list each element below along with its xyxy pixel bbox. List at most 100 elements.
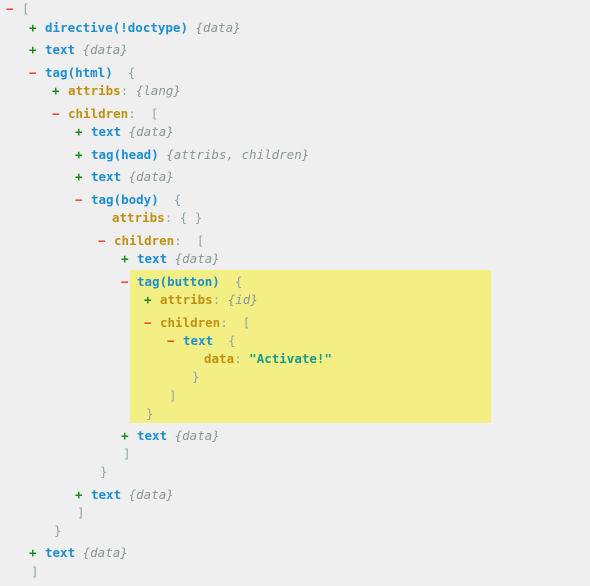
expand-toggle-icon[interactable]: +	[121, 427, 137, 445]
property-key: attribs	[112, 210, 165, 225]
expand-toggle-icon[interactable]: +	[75, 486, 91, 504]
node-label[interactable]: text	[45, 42, 75, 57]
node-label[interactable]: tag(head)	[91, 147, 159, 162]
punctuation: ]	[123, 446, 131, 461]
property-key: attribs	[68, 83, 121, 98]
punctuation: {	[112, 65, 136, 80]
tree-row: + text {data}	[75, 168, 174, 186]
collapsed-summary[interactable]: {data}	[167, 428, 220, 443]
expand-toggle-icon[interactable]: +	[29, 544, 45, 562]
tree-row: + tag(head) {attribs, children}	[75, 146, 309, 164]
collapsed-summary[interactable]: {id}	[228, 292, 258, 307]
node-label[interactable]: text	[183, 333, 213, 348]
punctuation: : [	[174, 233, 205, 248]
tree-row: ]	[169, 387, 177, 405]
collapse-toggle-icon[interactable]: −	[6, 0, 22, 18]
punctuation: : [	[220, 315, 251, 330]
expand-toggle-icon[interactable]: +	[121, 250, 137, 268]
collapsed-summary[interactable]: {data}	[121, 169, 174, 184]
expand-toggle-icon[interactable]: +	[29, 19, 45, 37]
punctuation: }	[146, 406, 154, 421]
tree-row: ]	[31, 563, 39, 581]
punctuation: ]	[77, 505, 85, 520]
expand-toggle-icon[interactable]: +	[75, 123, 91, 141]
tree-row: − children: [	[98, 232, 204, 250]
tree-row: + text {data}	[121, 427, 220, 445]
node-label[interactable]: text	[91, 169, 121, 184]
string-value: "Activate!"	[249, 351, 332, 366]
tree-row: }	[192, 368, 200, 386]
punctuation: ]	[169, 388, 177, 403]
expand-toggle-icon[interactable]: +	[29, 41, 45, 59]
tree-row: ]	[123, 445, 131, 463]
collapsed-summary[interactable]: {data}	[188, 20, 241, 35]
collapse-toggle-icon[interactable]: −	[75, 191, 91, 209]
collapse-toggle-icon[interactable]: −	[98, 232, 114, 250]
node-label[interactable]: text	[137, 251, 167, 266]
punctuation: {	[219, 274, 243, 289]
property-key: children	[160, 315, 221, 330]
collapsed-summary[interactable]: {data}	[75, 545, 128, 560]
collapse-toggle-icon[interactable]: −	[167, 332, 183, 350]
tree-row: − tag(body) {	[75, 191, 181, 209]
punctuation: : [	[128, 106, 159, 121]
tree-row: data: "Activate!"	[204, 350, 332, 368]
tree-row: + attribs: {id}	[144, 291, 258, 309]
node-label[interactable]: text	[137, 428, 167, 443]
tree-row: − tag(button) {	[121, 273, 242, 291]
tree-row: − text {	[167, 332, 236, 350]
punctuation: }	[192, 369, 200, 384]
collapsed-summary[interactable]: {attribs, children}	[159, 147, 309, 162]
node-label[interactable]: tag(button)	[137, 274, 220, 289]
tree-row: − children: [	[144, 314, 250, 332]
collapsed-summary[interactable]: {data}	[75, 42, 128, 57]
node-label[interactable]: text	[45, 545, 75, 560]
collapsed-summary[interactable]: {data}	[121, 124, 174, 139]
tree-row: }	[100, 463, 108, 481]
collapse-toggle-icon[interactable]: −	[121, 273, 137, 291]
property-key: data	[204, 351, 235, 366]
tree-row: attribs: { }	[112, 209, 202, 227]
node-label[interactable]: text	[91, 124, 121, 139]
property-key: children	[68, 106, 129, 121]
punctuation: :	[234, 351, 250, 366]
node-label[interactable]: tag(html)	[45, 65, 113, 80]
tree-row: + text {data}	[121, 250, 220, 268]
tree-row: + text {data}	[75, 486, 174, 504]
node-label[interactable]: text	[91, 487, 121, 502]
tree-row: − children: [	[52, 105, 158, 123]
tree-row: − tag(html) {	[29, 64, 135, 82]
punctuation: : { }	[164, 210, 203, 225]
punctuation: }	[100, 464, 108, 479]
tree-row: −[	[6, 0, 30, 18]
property-key: children	[114, 233, 175, 248]
tree-row: + text {data}	[29, 41, 128, 59]
expand-toggle-icon[interactable]: +	[52, 82, 68, 100]
collapse-toggle-icon[interactable]: −	[29, 64, 45, 82]
tree-row: }	[54, 522, 62, 540]
punctuation: ]	[31, 564, 39, 579]
collapse-toggle-icon[interactable]: −	[144, 314, 160, 332]
expand-toggle-icon[interactable]: +	[75, 146, 91, 164]
property-key: attribs	[160, 292, 213, 307]
punctuation: [	[22, 1, 30, 16]
node-label[interactable]: directive(!doctype)	[45, 20, 188, 35]
punctuation: :	[120, 83, 136, 98]
punctuation: :	[212, 292, 228, 307]
collapsed-summary[interactable]: {data}	[121, 487, 174, 502]
tree-row: + text {data}	[29, 544, 128, 562]
tree-row: + attribs: {lang}	[52, 82, 181, 100]
expand-toggle-icon[interactable]: +	[75, 168, 91, 186]
collapsed-summary[interactable]: {data}	[167, 251, 220, 266]
collapse-toggle-icon[interactable]: −	[52, 105, 68, 123]
punctuation: }	[54, 523, 62, 538]
tree-row: + directive(!doctype) {data}	[29, 19, 241, 37]
tree-row: }	[146, 405, 154, 423]
tree-row: ]	[77, 504, 85, 522]
expand-toggle-icon[interactable]: +	[144, 291, 160, 309]
node-label[interactable]: tag(body)	[91, 192, 159, 207]
tree-row: + text {data}	[75, 123, 174, 141]
punctuation: {	[158, 192, 182, 207]
collapsed-summary[interactable]: {lang}	[136, 83, 181, 98]
punctuation: {	[213, 333, 236, 348]
